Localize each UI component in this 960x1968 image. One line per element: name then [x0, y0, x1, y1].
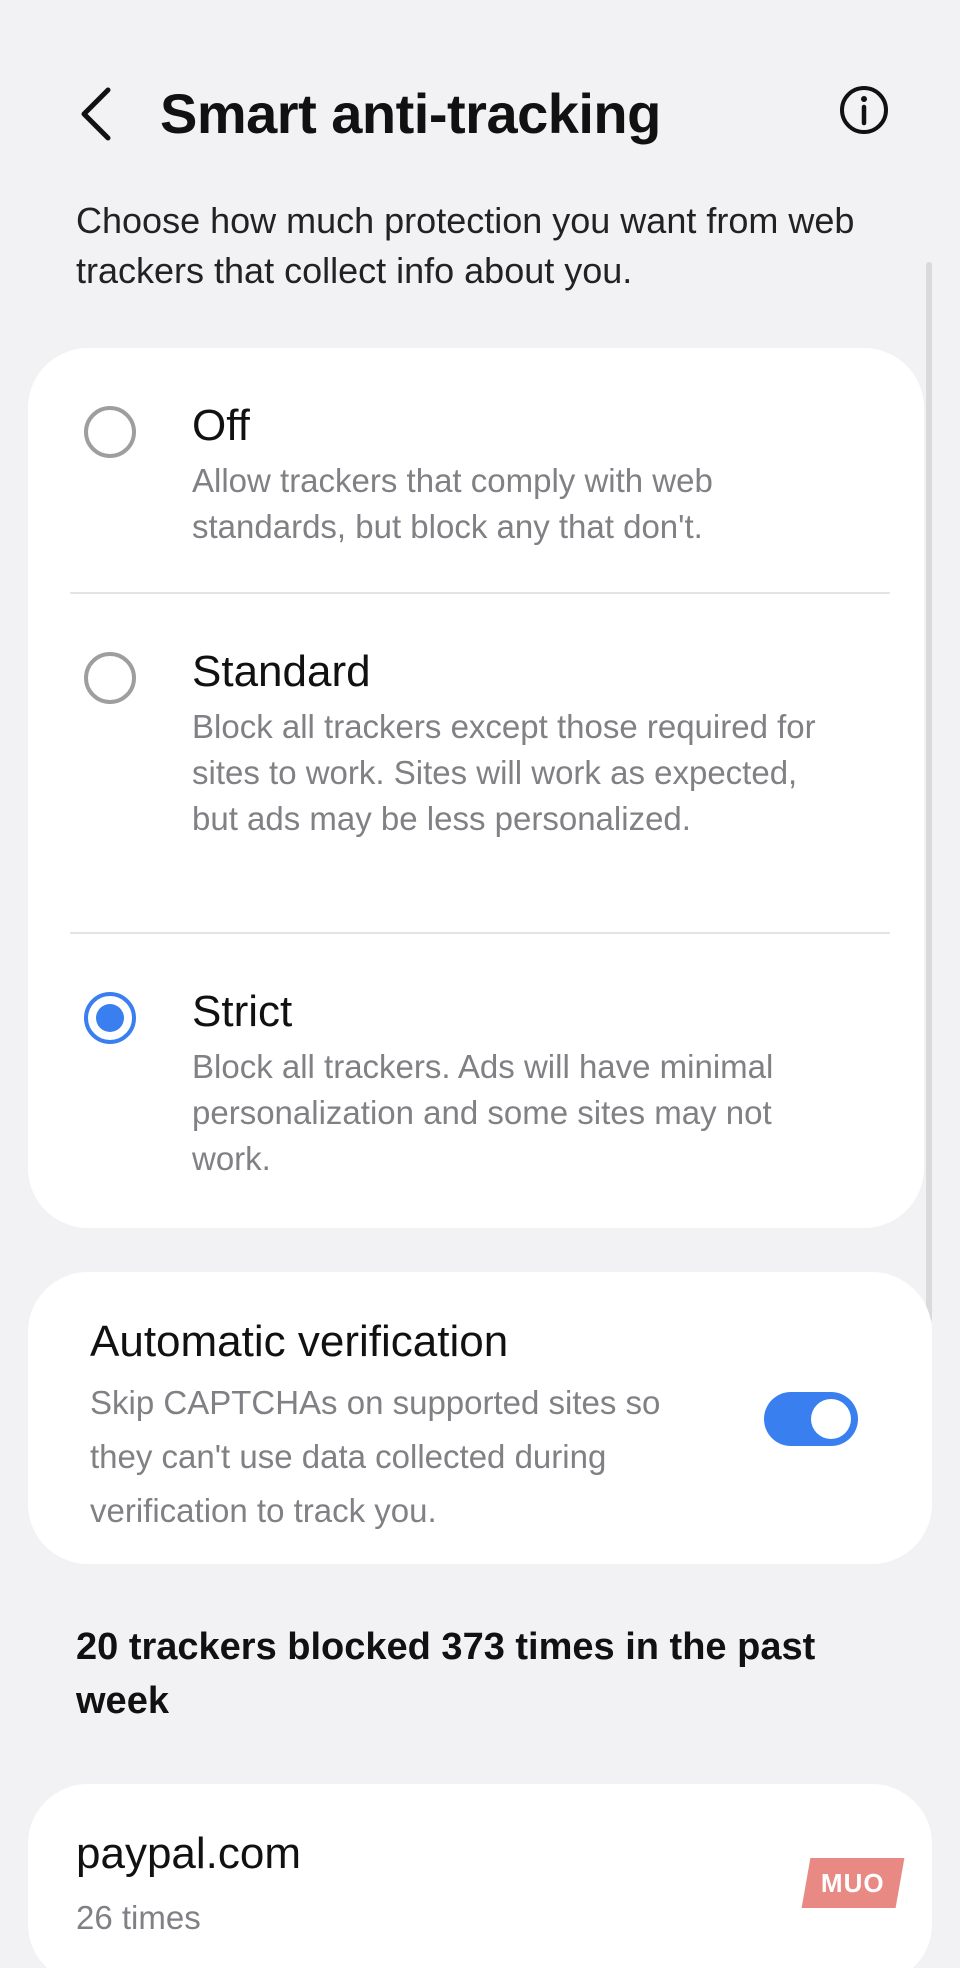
verification-toggle[interactable]: [764, 1392, 858, 1446]
page-title: Smart anti-tracking: [160, 82, 661, 145]
chevron-left-icon: [81, 87, 111, 141]
muo-watermark-logo: MUO: [801, 1858, 905, 1908]
option-strict-description: Block all trackers. Ads will have minima…: [192, 1048, 774, 1177]
option-strict-title: Strict: [192, 987, 293, 1036]
automatic-verification-card: Automatic verification Skip CAPTCHAs on …: [28, 1272, 932, 1564]
option-strict[interactable]: Strict Block all trackers. Ads will have…: [28, 934, 924, 1224]
option-off-description: Allow trackers that comply with web stan…: [192, 462, 713, 545]
radio-strict[interactable]: [84, 992, 136, 1044]
intro-text: Choose how much protection you want from…: [76, 200, 855, 291]
verification-title: Automatic verification: [90, 1317, 509, 1366]
option-standard-description: Block all trackers except those required…: [192, 708, 816, 837]
site-list-item[interactable]: paypal.com 26 times MUO: [28, 1784, 932, 1968]
scrollbar[interactable]: [926, 262, 932, 1322]
option-off[interactable]: Off Allow trackers that comply with web …: [28, 348, 924, 592]
toggle-knob: [811, 1399, 851, 1439]
site-block-count: 26 times: [76, 1899, 201, 1936]
trackers-blocked-summary: 20 trackers blocked 373 times in the pas…: [76, 1626, 816, 1722]
option-off-title: Off: [192, 401, 250, 450]
back-button[interactable]: [70, 78, 120, 150]
site-name: paypal.com: [76, 1829, 302, 1878]
verification-description: Skip CAPTCHAs on supported sites so they…: [90, 1384, 661, 1529]
radio-standard[interactable]: [84, 652, 136, 704]
protection-options-card: Off Allow trackers that comply with web …: [28, 348, 924, 1228]
option-standard-title: Standard: [192, 647, 371, 696]
radio-off[interactable]: [84, 406, 136, 458]
app-header: Smart anti-tracking: [0, 60, 960, 160]
watermark-text: MUO: [821, 1867, 885, 1898]
info-icon: [840, 86, 888, 134]
option-standard[interactable]: Standard Block all trackers except those…: [28, 594, 924, 932]
info-button[interactable]: [836, 82, 892, 138]
